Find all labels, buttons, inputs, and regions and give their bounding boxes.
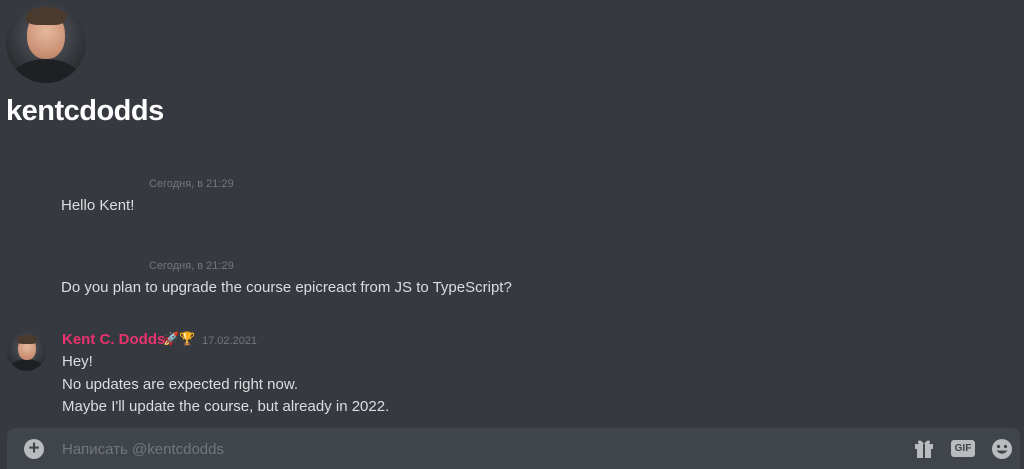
emoji-icon[interactable] bbox=[991, 438, 1013, 460]
profile-avatar[interactable] bbox=[6, 3, 86, 83]
message-text: No updates are expected right now. bbox=[62, 376, 298, 393]
profile-header bbox=[6, 3, 86, 83]
author-badges: 🚀🏆 bbox=[163, 331, 196, 346]
message-author[interactable]: Kent C. Dodds bbox=[62, 331, 165, 348]
message-text: Hello Kent! bbox=[61, 197, 135, 214]
author-avatar[interactable] bbox=[7, 332, 46, 371]
gift-icon[interactable] bbox=[913, 437, 935, 459]
gif-button[interactable]: GIF bbox=[951, 440, 975, 457]
message-text: Hey! bbox=[62, 353, 93, 370]
profile-username: kentcdodds bbox=[6, 95, 164, 127]
message-timestamp: Сегодня, в 21:29 bbox=[149, 260, 234, 272]
add-circle-icon[interactable]: + bbox=[24, 439, 44, 459]
message-timestamp: Сегодня, в 21:29 bbox=[149, 178, 234, 190]
message-text: Maybe I'll update the course, but alread… bbox=[62, 398, 390, 415]
message-input[interactable]: Написать @kentcdodds bbox=[62, 441, 224, 458]
message-text: Do you plan to upgrade the course epicre… bbox=[61, 279, 512, 296]
message-timestamp: 17.02.2021 bbox=[202, 335, 258, 347]
message-composer: + Написать @kentcdodds GIF bbox=[7, 428, 1020, 469]
